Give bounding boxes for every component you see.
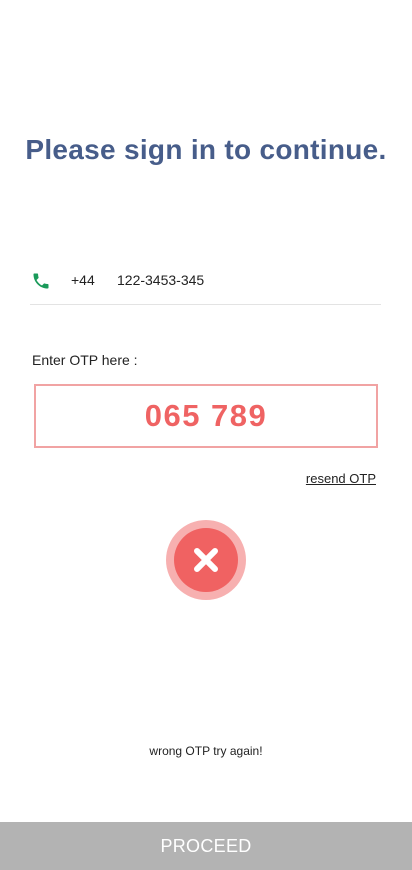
otp-input[interactable]: 065 789 [34, 384, 378, 448]
error-status-badge [166, 520, 246, 600]
phone-number-value[interactable]: 122-3453-345 [117, 272, 204, 288]
page-title: Please sign in to continue. [25, 134, 387, 165]
resend-otp-link[interactable]: resend OTP [306, 471, 376, 486]
phone-field[interactable]: +44 122-3453-345 [30, 264, 381, 305]
error-message: wrong OTP try again! [149, 744, 263, 758]
error-close-icon [174, 528, 238, 592]
otp-label: Enter OTP here : [32, 352, 138, 368]
phone-icon [31, 271, 51, 291]
country-code[interactable]: +44 [71, 272, 95, 288]
proceed-button[interactable]: PROCEED [0, 822, 412, 870]
otp-value: 065 789 [144, 398, 268, 433]
